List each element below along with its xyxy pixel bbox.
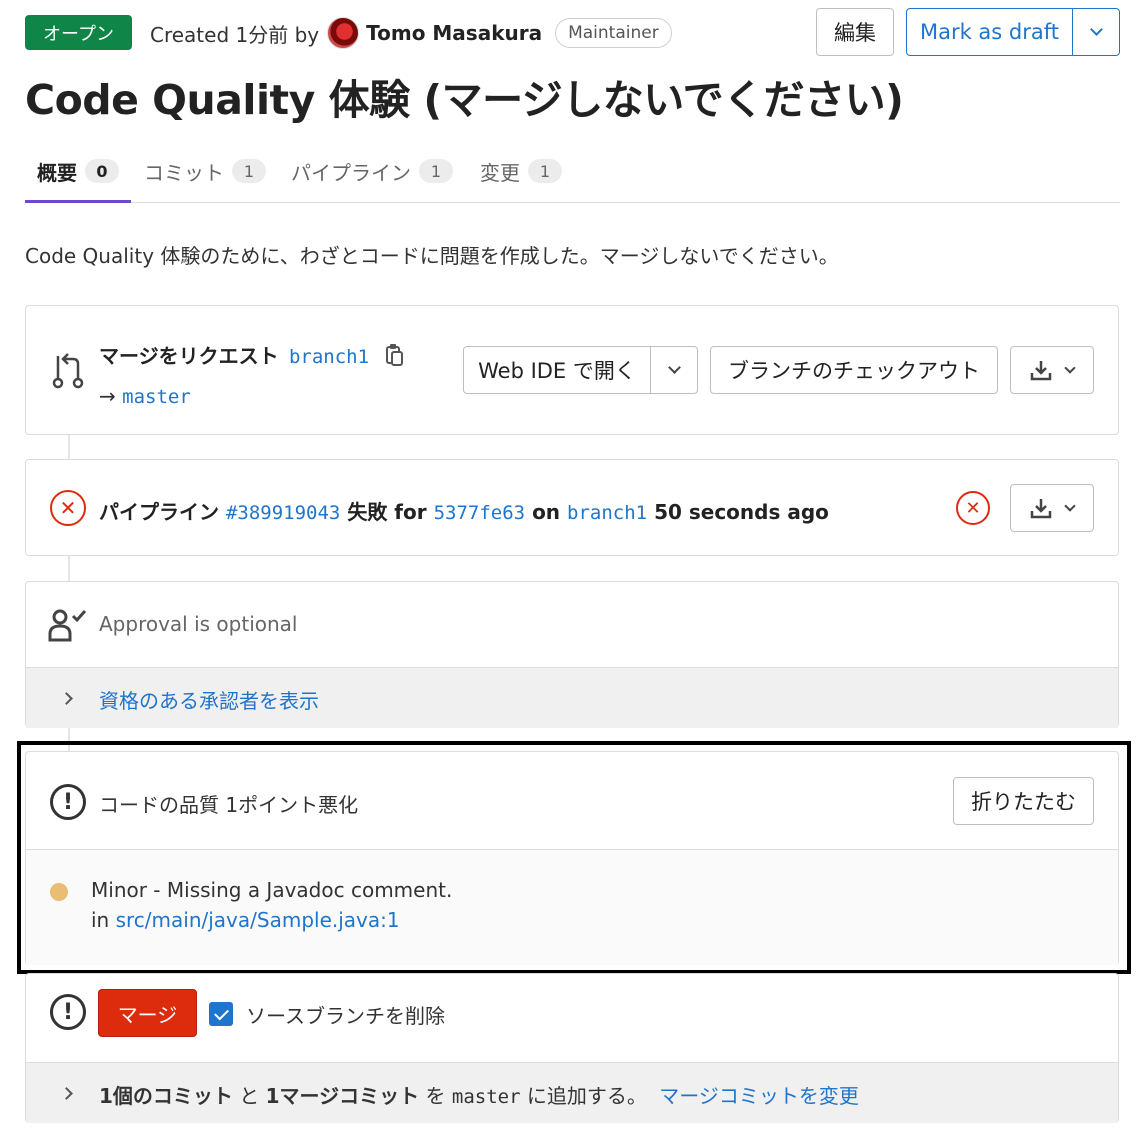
chevron-down-icon <box>1064 361 1076 374</box>
merge-button[interactable]: マージ <box>98 989 197 1037</box>
pipeline-time: 50 seconds ago <box>654 500 829 524</box>
draft-dropdown-button[interactable] <box>1072 8 1120 56</box>
pipeline-id-link[interactable]: #389919043 <box>226 502 340 524</box>
description: Code Quality 体験のために、わざとコードに問題を作成した。マージしな… <box>25 244 839 268</box>
timeline-connector <box>68 434 70 460</box>
created-info: Created 1分前 by Tomo Masakura Maintainer <box>150 17 672 49</box>
approval-text: Approval is optional <box>99 612 298 636</box>
merge-card: ! マージ ソースブランチを削除 1個のコミット と 1マージコミット を ma… <box>25 973 1119 1123</box>
tab-label: コミット <box>144 160 224 185</box>
web-ide-dropdown-button[interactable] <box>650 346 698 394</box>
chevron-right-icon <box>60 692 73 705</box>
edit-button[interactable]: 編集 <box>816 8 894 56</box>
merge-request-card: マージをリクエスト branch1 → master Web IDE で開く ブ… <box>25 305 1119 435</box>
tab-label: パイプライン <box>291 160 411 185</box>
tab-label: 変更 <box>480 160 520 185</box>
download-icon <box>1030 361 1052 381</box>
download-dropdown-button[interactable] <box>1010 346 1094 394</box>
tab-count: 1 <box>528 159 562 183</box>
tab-label: 概要 <box>37 160 77 185</box>
target-branch-line: → master <box>99 384 191 408</box>
pipeline-label: パイプライン <box>99 500 219 524</box>
failed-stage-icon[interactable]: ✕ <box>956 491 990 525</box>
pipeline-branch-link[interactable]: branch1 <box>567 502 647 524</box>
delete-source-checkbox[interactable] <box>209 1002 233 1026</box>
mark-as-draft-button[interactable]: Mark as draft <box>906 8 1073 56</box>
copy-icon[interactable] <box>385 343 405 367</box>
commits-info-row[interactable]: 1個のコミット と 1マージコミット を master に追加する。 マージコミ… <box>26 1062 1118 1123</box>
add-text: に追加する。 <box>526 1084 647 1108</box>
chevron-right-icon <box>60 1087 73 1100</box>
tab-active-indicator <box>25 200 131 203</box>
commits-count: 1個のコミット <box>99 1084 233 1108</box>
tabs: 概要 0 コミット 1 パイプライン 1 変更 1 <box>25 140 1120 203</box>
source-branch-link[interactable]: branch1 <box>289 346 369 368</box>
change-merge-commit-link[interactable]: マージコミットを変更 <box>659 1084 859 1108</box>
target-branch: master <box>451 1086 521 1108</box>
commit-link[interactable]: 5377fe63 <box>434 502 526 524</box>
web-ide-button[interactable]: Web IDE で開く <box>463 346 651 394</box>
and-text: と <box>239 1084 260 1108</box>
chevron-down-icon <box>1089 23 1103 36</box>
failed-status-icon[interactable]: ✕ <box>50 490 86 526</box>
delete-source-label[interactable]: ソースブランチを削除 <box>246 1000 445 1029</box>
commits-info: 1個のコミット と 1マージコミット を master に追加する。 マージコミ… <box>99 1080 859 1109</box>
tab-count: 0 <box>85 159 119 183</box>
tab-overview[interactable]: 概要 0 <box>37 140 119 202</box>
merge-request-info: マージをリクエスト branch1 <box>99 340 405 369</box>
avatar[interactable] <box>327 17 360 49</box>
show-approvers-link[interactable]: 資格のある承認者を表示 <box>99 685 319 714</box>
pipeline-status: 失敗 for <box>347 500 427 524</box>
timeline-connector <box>68 556 70 582</box>
wo-text: を <box>425 1084 446 1108</box>
pipeline-card: ✕ パイプライン #389919043 失敗 for 5377fe63 on b… <box>25 459 1119 556</box>
target-branch-link[interactable]: master <box>122 386 191 408</box>
merge-request-icon <box>52 353 84 389</box>
checkout-branch-button[interactable]: ブランチのチェックアウト <box>710 346 998 394</box>
tab-count: 1 <box>232 159 266 183</box>
artifacts-dropdown-button[interactable] <box>1010 484 1094 532</box>
author-name[interactable]: Tomo Masakura <box>366 21 542 45</box>
status-badge: オープン <box>25 15 132 50</box>
created-text: Created 1分前 by <box>150 22 320 47</box>
pipeline-info: パイプライン #389919043 失敗 for 5377fe63 on bra… <box>99 496 829 525</box>
merge-commit-count: 1マージコミット <box>265 1084 420 1108</box>
merge-request-label: マージをリクエスト <box>99 344 279 368</box>
tab-changes[interactable]: 変更 1 <box>480 140 562 202</box>
highlight-frame <box>17 741 1131 974</box>
approval-card: Approval is optional 資格のある承認者を表示 <box>25 581 1119 728</box>
role-badge: Maintainer <box>555 18 672 48</box>
approval-icon <box>48 609 87 642</box>
chevron-down-icon <box>667 361 681 374</box>
tab-pipelines[interactable]: パイプライン 1 <box>291 140 453 202</box>
arrow: → <box>99 384 116 408</box>
tab-count: 1 <box>419 159 453 183</box>
warning-icon: ! <box>50 994 86 1030</box>
chevron-down-icon <box>1064 499 1076 512</box>
download-icon <box>1030 499 1052 519</box>
show-approvers-row[interactable]: 資格のある承認者を表示 <box>26 667 1118 728</box>
page-title: Code Quality 体験 (マージしないでください) <box>25 76 904 124</box>
pipeline-on: on <box>532 500 561 524</box>
tab-commits[interactable]: コミット 1 <box>144 140 266 202</box>
